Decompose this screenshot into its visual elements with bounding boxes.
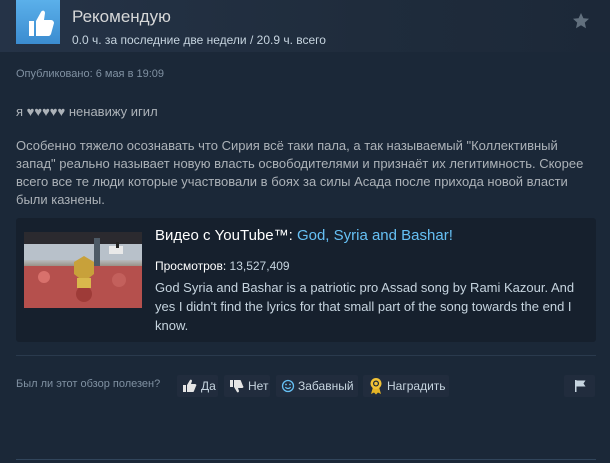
award-button[interactable]: Наградить: [363, 375, 449, 397]
flag-icon: [574, 380, 585, 392]
no-label: Нет: [248, 379, 269, 393]
divider: [16, 355, 596, 356]
youtube-embed[interactable]: Видео с YouTube™: God, Syria and Bashar!…: [16, 218, 596, 342]
star-icon[interactable]: [572, 12, 590, 30]
award-label: Наградить: [387, 379, 446, 393]
video-prefix: Видео с YouTube™:: [155, 227, 297, 244]
yes-button[interactable]: Да: [177, 375, 218, 397]
review-paragraph: я ♥♥♥♥♥ ненавижу игил: [16, 104, 158, 119]
video-link[interactable]: God, Syria and Bashar!: [297, 227, 453, 244]
yes-label: Да: [201, 379, 216, 393]
report-button[interactable]: [564, 375, 595, 397]
award-icon: [370, 378, 382, 395]
views-label: Просмотров:: [155, 259, 230, 273]
funny-label: Забавный: [298, 379, 354, 393]
helpful-question: Был ли этот обзор полезен?: [16, 378, 161, 390]
posted-date: Опубликовано: 6 мая в 19:09: [16, 68, 164, 80]
thumbs-down-icon: [230, 380, 244, 393]
video-thumbnail[interactable]: [24, 232, 142, 308]
funny-button[interactable]: Забавный: [276, 375, 358, 397]
smiley-icon: [281, 379, 295, 393]
thumbs-up-icon: [16, 0, 60, 44]
views-count: 13,527,409: [229, 259, 290, 273]
video-views: Просмотров: 13,527,409: [155, 259, 290, 273]
no-button[interactable]: Нет: [224, 375, 270, 397]
recommendation-label: Рекомендую: [72, 7, 171, 26]
review-paragraph: Особенно тяжело осознавать что Сирия всё…: [16, 138, 584, 207]
thumbs-up-icon: [183, 379, 197, 392]
video-description: God Syria and Bashar is a patriotic pro …: [155, 280, 575, 333]
divider: [16, 459, 596, 460]
review-header: Рекомендую 0.0 ч. за последние две недел…: [0, 0, 610, 52]
hours-played: 0.0 ч. за последние две недели / 20.9 ч.…: [72, 33, 326, 47]
video-title: Видео с YouTube™: God, Syria and Bashar!: [155, 227, 453, 244]
